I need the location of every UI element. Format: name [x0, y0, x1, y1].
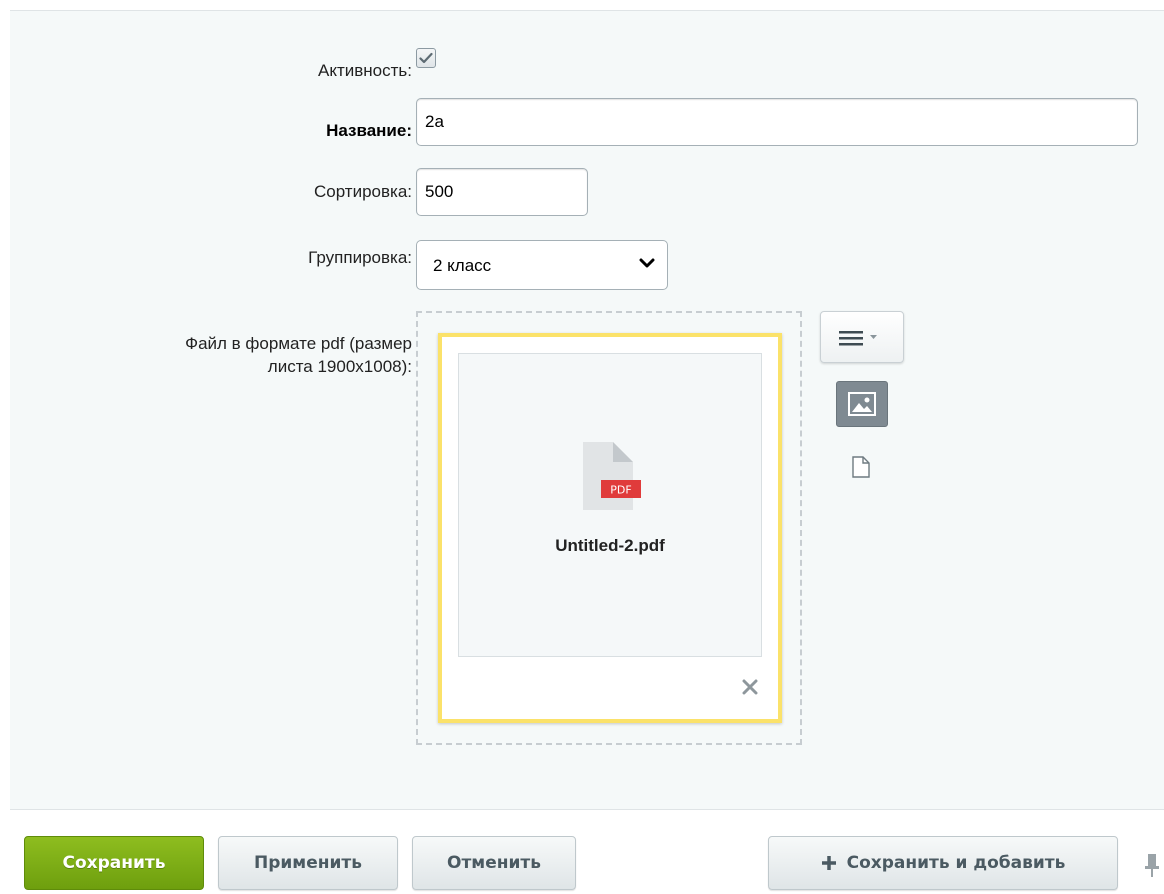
active-checkbox[interactable]	[416, 48, 436, 68]
image-mode-button[interactable]	[836, 381, 888, 427]
menu-dropdown-icon	[839, 331, 877, 346]
group-label: Группировка:	[308, 248, 412, 267]
image-mode-icon	[848, 392, 876, 416]
pdf-file-icon: PDF	[583, 442, 641, 510]
active-label: Активность:	[318, 61, 412, 80]
plus-icon	[821, 856, 836, 870]
name-input[interactable]: 2а	[416, 98, 1138, 146]
file-label-line2: листа 1900x1008):	[267, 357, 412, 376]
name-label: Название:	[326, 121, 412, 140]
pin-icon[interactable]	[1144, 852, 1160, 878]
file-menu-button[interactable]	[820, 311, 904, 363]
save-and-add-button[interactable]: Сохранить и добавить	[768, 836, 1118, 890]
apply-button[interactable]: Применить	[218, 836, 398, 890]
save-and-add-label: Сохранить и добавить	[846, 853, 1066, 873]
cancel-button[interactable]: Отменить	[412, 836, 576, 890]
pdf-badge: PDF	[610, 484, 631, 497]
group-select-value: 2 класс	[433, 256, 492, 275]
file-card[interactable]: PDF Untitled-2.pdf	[438, 333, 782, 723]
checkmark-icon	[419, 52, 433, 64]
file-mode-icon[interactable]	[852, 456, 870, 478]
sort-input[interactable]: 500	[416, 168, 588, 216]
chevron-down-icon	[639, 258, 655, 268]
close-icon[interactable]	[742, 679, 758, 695]
sort-label: Сортировка:	[313, 182, 412, 201]
file-preview: PDF Untitled-2.pdf	[458, 353, 762, 657]
file-label-line1: Файл в формате pdf (размер	[185, 334, 412, 353]
save-button[interactable]: Сохранить	[24, 836, 204, 890]
group-select[interactable]: 2 класс	[416, 240, 668, 290]
file-name: Untitled-2.pdf	[555, 536, 665, 555]
